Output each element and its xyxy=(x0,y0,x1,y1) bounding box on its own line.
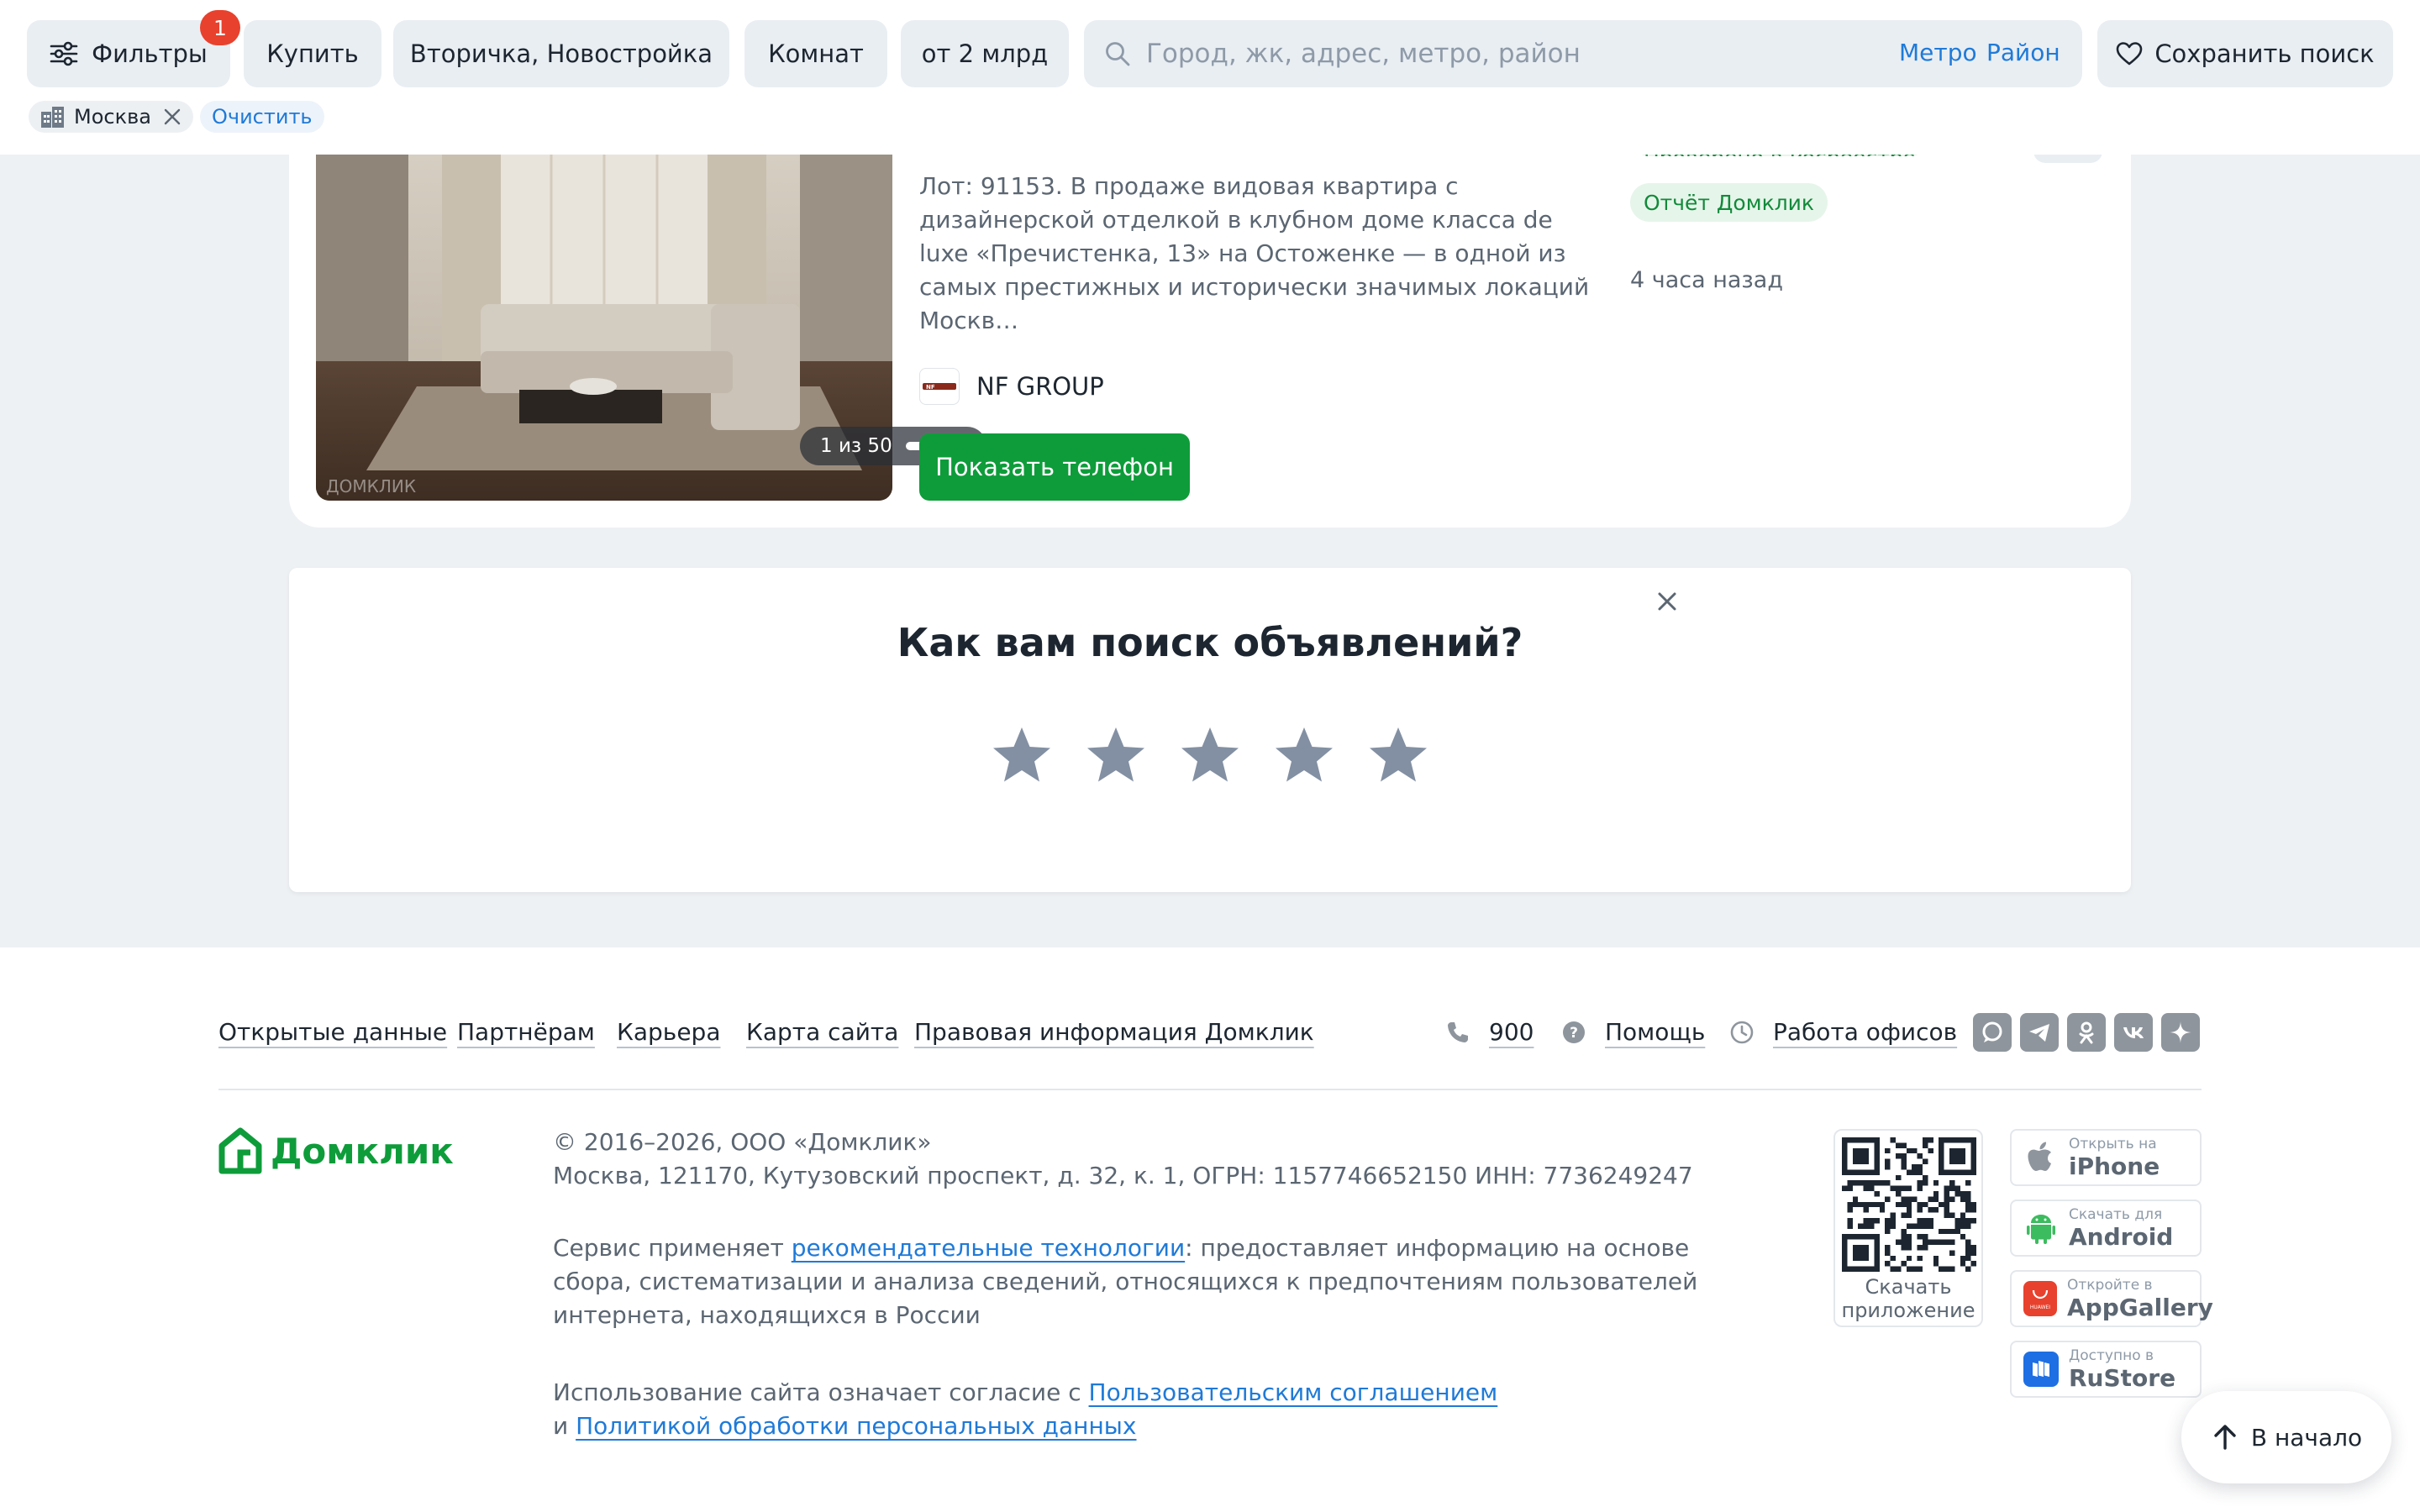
city-buildings-icon xyxy=(41,107,64,128)
deal-type-dropdown[interactable]: Купить xyxy=(244,20,381,87)
help-icon: ? xyxy=(1563,1021,1585,1043)
rustore-button[interactable]: Доступно в RuStore xyxy=(2010,1341,2202,1398)
footer-link-open-data[interactable]: Открытые данные xyxy=(218,1018,447,1046)
vk-icon[interactable] xyxy=(2114,1013,2153,1052)
domclick-logo[interactable]: Домклик xyxy=(218,1127,454,1174)
qr-label: Скачать приложение xyxy=(1841,1275,1975,1322)
search-filter-bar: Фильтры 1 Купить Вторичка, Новостройка К… xyxy=(0,0,2420,155)
arrow-up-icon xyxy=(2214,1425,2236,1450)
footer-link-careers[interactable]: Карьера xyxy=(617,1018,720,1046)
rating-stars xyxy=(990,724,1460,788)
agency-logo: NF xyxy=(919,368,960,405)
footer-phone[interactable]: 900 xyxy=(1445,1018,1534,1046)
listing-time: 4 часа назад xyxy=(1630,267,1783,293)
rustore-icon xyxy=(2023,1352,2059,1387)
google-play-button[interactable]: Скачать для Android xyxy=(2010,1200,2202,1257)
city-filter-tag: Москва xyxy=(29,101,193,133)
dzen-icon[interactable] xyxy=(2161,1013,2200,1052)
listing-description: Лот: 91153. В продаже видовая квартира с… xyxy=(919,172,1590,334)
star-icon-4[interactable] xyxy=(1272,724,1336,788)
recommendation-notice: Сервис применяет рекомендательные технол… xyxy=(553,1234,1698,1329)
user-agreement-link[interactable]: Пользовательским соглашением xyxy=(1089,1378,1498,1406)
footer-help[interactable]: ? Помощь xyxy=(1561,1018,1705,1046)
save-search-button[interactable]: Сохранить поиск xyxy=(2097,20,2393,87)
footer-link-sitemap[interactable]: Карта сайта xyxy=(746,1018,898,1046)
star-icon-2[interactable] xyxy=(1084,724,1148,788)
save-search-label: Сохранить поиск xyxy=(2154,39,2375,68)
filters-label: Фильтры xyxy=(92,39,208,68)
remove-tag-icon[interactable] xyxy=(163,108,182,126)
apple-icon xyxy=(2023,1140,2059,1175)
metro-link[interactable]: Метро xyxy=(1899,39,1977,66)
max-messenger-icon[interactable] xyxy=(1973,1013,2012,1052)
star-icon-3[interactable] xyxy=(1178,724,1242,788)
scroll-to-top-button[interactable]: В начало xyxy=(2181,1391,2391,1483)
qr-code-image xyxy=(1842,1137,1976,1272)
social-links xyxy=(1973,1013,2208,1052)
footer-help-label: Помощь xyxy=(1605,1018,1706,1046)
agreement-notice: Использование сайта означает согласие с … xyxy=(553,1378,1498,1440)
heart-icon xyxy=(2117,42,2143,66)
huawei-icon: HUAWEI xyxy=(2023,1281,2057,1316)
show-phone-button[interactable]: Показать телефон xyxy=(919,433,1190,501)
footer-divider xyxy=(218,1089,2202,1090)
search-box: Метро Район xyxy=(1084,20,2082,87)
clock-icon xyxy=(1730,1021,1754,1043)
brand-name: Домклик xyxy=(271,1130,454,1172)
photo-watermark: ДОМКЛИК xyxy=(326,476,416,496)
photo-counter-text: 1 из 50 xyxy=(820,435,892,457)
search-icon xyxy=(1106,42,1130,66)
recommendation-tech-link[interactable]: рекомендательные технологии xyxy=(792,1234,1185,1262)
phone-icon xyxy=(1448,1021,1468,1042)
svg-text:HUAWEI: HUAWEI xyxy=(2030,1305,2050,1310)
footer-offices-label: Работа офисов xyxy=(1773,1018,1958,1046)
site-footer: Открытые данные Партнёрам Карьера Карта … xyxy=(0,948,2420,1512)
domclick-house-icon xyxy=(218,1127,262,1174)
company-address: Москва, 121170, Кутузовский проспект, д.… xyxy=(553,1162,1693,1189)
appgallery-button[interactable]: HUAWEI Откройте в AppGallery xyxy=(2010,1270,2213,1327)
scroll-to-top-label: В начало xyxy=(2250,1423,2363,1452)
city-tag-label: Москва xyxy=(74,105,151,129)
sliders-icon xyxy=(50,41,78,66)
company-info: © 2016–2026, ООО «Домклик» Москва, 12117… xyxy=(553,1126,1729,1193)
clear-filters-button[interactable]: Очистить xyxy=(200,101,324,133)
android-icon xyxy=(2023,1210,2059,1246)
district-link[interactable]: Район xyxy=(1986,39,2060,66)
price-dropdown[interactable]: от 2 млрд xyxy=(901,20,1069,87)
agency-info[interactable]: NF NF GROUP xyxy=(919,368,1104,405)
footer-link-legal[interactable]: Правовая информация Домклик xyxy=(914,1018,1314,1046)
footer-offices[interactable]: Работа офисов xyxy=(1729,1018,1957,1046)
footer-phone-label: 900 xyxy=(1489,1018,1534,1046)
odnoklassniki-icon[interactable] xyxy=(2067,1013,2106,1052)
app-qr-code[interactable]: Скачать приложение xyxy=(1833,1129,1983,1327)
telegram-icon[interactable] xyxy=(2020,1013,2059,1052)
close-icon[interactable] xyxy=(1652,586,1682,617)
app-store-button[interactable]: Открыть на iPhone xyxy=(2010,1129,2202,1186)
agency-logo-text: NF xyxy=(926,384,935,391)
star-icon-5[interactable] xyxy=(1366,724,1430,788)
filters-count-badge: 1 xyxy=(200,10,240,45)
rooms-dropdown[interactable]: Комнат xyxy=(744,20,887,87)
property-type-dropdown[interactable]: Вторичка, Новостройка xyxy=(393,20,729,87)
footer-link-partners[interactable]: Партнёрам xyxy=(457,1018,595,1046)
star-icon-1[interactable] xyxy=(990,724,1054,788)
svg-text:?: ? xyxy=(1570,1025,1578,1042)
search-input[interactable] xyxy=(1146,32,1785,76)
search-feedback-card: Как вам поиск объявлений? xyxy=(289,568,2131,892)
agency-name: NF GROUP xyxy=(976,372,1104,401)
domclick-report-tag[interactable]: Отчёт Домклик xyxy=(1630,183,1828,222)
copyright-text: © 2016–2026, ООО «Домклик» xyxy=(553,1128,932,1156)
privacy-policy-link[interactable]: Политикой обработки персональных данных xyxy=(576,1412,1136,1440)
feedback-title: Как вам поиск объявлений? xyxy=(897,620,1523,665)
